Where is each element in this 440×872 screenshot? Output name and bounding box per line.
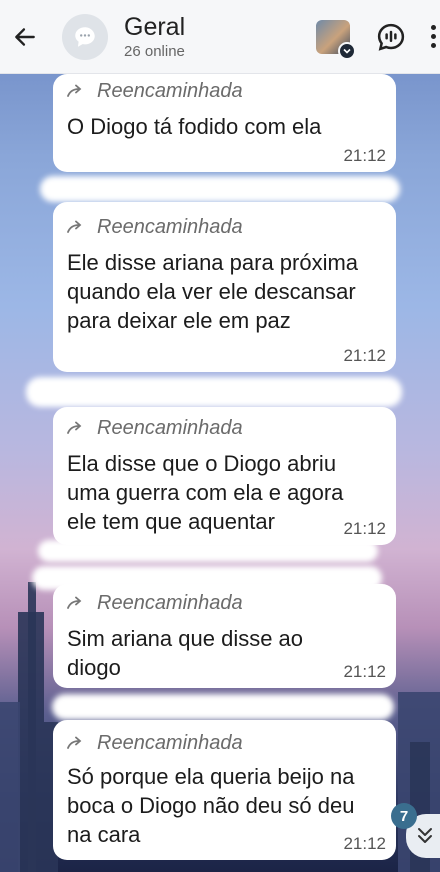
message-time: 21:12 (343, 519, 386, 538)
back-button[interactable] (0, 0, 50, 74)
message-bubble[interactable]: Reencaminhada Ela disse que o Diogo abri… (53, 407, 396, 545)
message-bubble[interactable]: Reencaminhada Só porque ela queria beijo… (53, 720, 396, 860)
chat-title-block[interactable]: Geral 26 online (124, 13, 316, 60)
blurred-overlay (26, 377, 402, 407)
voice-chat-icon[interactable] (376, 22, 406, 52)
double-chevron-down-icon (418, 828, 432, 843)
forward-arrow-icon (67, 84, 82, 97)
message-bubble[interactable]: Reencaminhada Ele disse ariana para próx… (53, 202, 396, 372)
chat-header: Geral 26 online (0, 0, 440, 74)
forwarded-label: Reencaminhada (67, 415, 382, 441)
blurred-overlay (40, 176, 400, 202)
forwarded-label: Reencaminhada (67, 730, 382, 756)
forward-arrow-icon (67, 220, 82, 233)
message-time: 21:12 (343, 834, 386, 853)
more-vertical-icon[interactable] (428, 22, 438, 52)
message-bubble[interactable]: Reencaminhada Sim ariana que disse ao di… (53, 584, 396, 688)
message-time: 21:12 (343, 662, 386, 681)
chat-title: Geral (124, 13, 186, 41)
forwarded-text: Reencaminhada (97, 215, 243, 238)
forwarded-label: Reencaminhada (67, 78, 382, 104)
forwarded-label: Reencaminhada (67, 214, 382, 240)
user-avatar[interactable] (316, 19, 356, 60)
chevron-down-icon (338, 41, 356, 60)
message-time: 21:12 (343, 346, 386, 365)
unread-count-badge: 7 (391, 803, 417, 829)
message-text: Só porque ela queria beijo na boca o Dio… (67, 764, 355, 847)
message-text: O Diogo tá fodido com ela (67, 114, 322, 139)
message-time: 21:12 (343, 146, 386, 165)
forwarded-label: Reencaminhada (67, 590, 382, 616)
message-text: Ele disse ariana para próxima quando ela… (67, 250, 359, 333)
forward-arrow-icon (67, 596, 82, 609)
forwarded-text: Reencaminhada (97, 731, 243, 754)
chat-bubble-icon (75, 26, 95, 47)
online-count: 26 online (124, 43, 185, 60)
forward-arrow-icon (67, 421, 82, 434)
forwarded-text: Reencaminhada (97, 591, 243, 614)
message-text: Ela disse que o Diogo abriu uma guerra c… (67, 451, 344, 534)
arrow-left-icon (15, 27, 35, 46)
blurred-overlay (52, 694, 394, 720)
message-text: Sim ariana que disse ao diogo (67, 626, 304, 680)
message-bubble[interactable]: Reencaminhada O Diogo tá fodido com ela … (53, 74, 396, 172)
group-avatar[interactable] (62, 13, 108, 60)
forward-arrow-icon (67, 736, 82, 749)
forwarded-text: Reencaminhada (97, 79, 243, 102)
forwarded-text: Reencaminhada (97, 416, 243, 439)
